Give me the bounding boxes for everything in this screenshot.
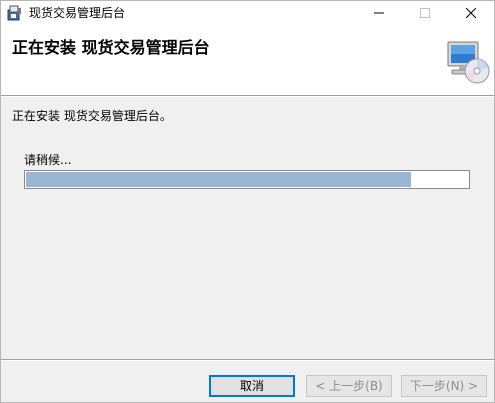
back-button[interactable]: < 上一步(B): [306, 375, 392, 397]
window-title: 现货交易管理后台: [29, 6, 126, 20]
progress-bar: [24, 170, 470, 189]
close-button[interactable]: [448, 1, 494, 25]
minimize-icon: [374, 12, 384, 14]
minimize-button[interactable]: [356, 1, 402, 25]
banner-separator: [1, 95, 494, 97]
maximize-button[interactable]: [402, 1, 448, 25]
installer-window: 现货交易管理后台 正在安装 现货交易管理后台 正在安装 现货交易管理后台。 请稍…: [0, 0, 495, 403]
header-banner: 正在安装 现货交易管理后台: [1, 25, 494, 95]
progress-fill: [26, 172, 411, 187]
close-icon: [466, 8, 476, 18]
status-text: 正在安装 现货交易管理后台。: [12, 109, 172, 123]
wait-text: 请稍候...: [24, 153, 72, 167]
cancel-button[interactable]: 取消: [209, 375, 295, 397]
next-button[interactable]: 下一步(N) >: [401, 375, 487, 397]
installer-box-icon: [6, 5, 22, 21]
banner-title: 正在安装 现货交易管理后台: [12, 38, 210, 57]
footer-separator: [1, 359, 494, 361]
computer-cd-icon: [442, 38, 490, 86]
title-bar[interactable]: 现货交易管理后台: [1, 1, 494, 25]
maximize-icon: [420, 8, 430, 18]
